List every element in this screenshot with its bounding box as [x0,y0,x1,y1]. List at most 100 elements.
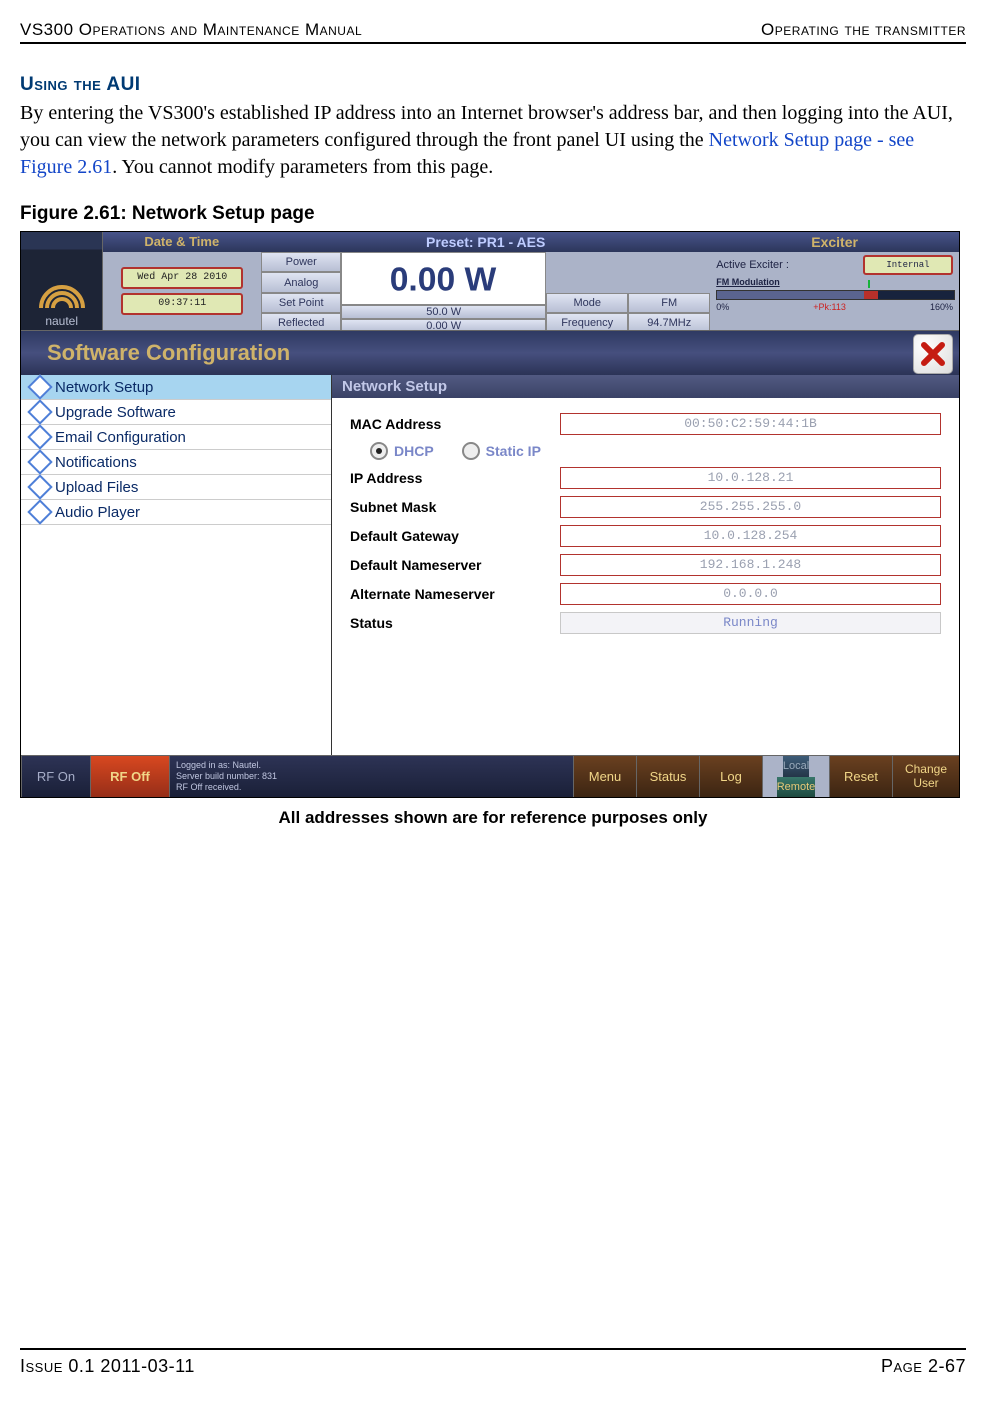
sidebar-item-label: Upload Files [55,479,138,496]
sidebar-item-upload-files[interactable]: Upload Files [21,475,331,500]
rule [20,42,966,52]
gauge-power: Power [261,252,341,272]
page-footer: Issue 0.1 2011-03-11 Page 2-67 [20,1350,966,1377]
active-exciter-value: Internal [863,255,953,275]
time-display: 09:37:11 [121,293,243,315]
power-value-text-fill: 0.00 W [390,262,497,299]
sidebar-item-label: Notifications [55,454,137,471]
panel-title: Software Configuration [47,340,290,366]
alt-label: Alternate Nameserver [350,586,560,602]
info-line3: RF Off received. [176,782,241,793]
exciter-title: Exciter [710,232,959,252]
change-line2: User [913,776,938,790]
status-field: Running [560,612,941,634]
static-radio[interactable] [462,442,480,460]
rf-on-button[interactable]: RF On [21,755,90,797]
gw-field: 10.0.128.254 [560,525,941,547]
scale-low: 0% [716,302,729,312]
mac-field: 00:50:C2:59:44:1B [560,413,941,435]
ip-field: 10.0.128.21 [560,467,941,489]
mode-label: Mode [546,293,628,313]
footer-right: Page 2-67 [881,1356,966,1377]
figure-note: All addresses shown are for reference pu… [20,808,966,828]
close-icon [919,340,947,368]
sidebar: Network Setup Upgrade Software Email Con… [21,375,332,755]
brand-logo: nautel [21,232,103,330]
power-readout: 0.00 W [341,252,546,305]
dhcp-label: DHCP [394,443,434,459]
info-line2: Server build number: 831 [176,771,277,782]
preset-panel: Preset: PR1 - AES Power Analog Set Point… [261,232,710,330]
diamond-icon [27,374,52,399]
bottom-bar: RF On RF Off Logged in as: Nautel. Serve… [21,755,959,797]
sidebar-item-upgrade-software[interactable]: Upgrade Software [21,400,331,425]
modulation-bar [716,290,955,300]
alt-field: 0.0.0.0 [560,583,941,605]
sidebar-item-audio-player[interactable]: Audio Player [21,500,331,525]
local-remote-toggle[interactable]: Local Remote [762,755,829,797]
text-post: . You cannot modify parameters from this… [112,156,493,178]
reset-button[interactable]: Reset [829,755,892,797]
content-title: Network Setup [332,375,959,398]
exciter-panel: Exciter Active Exciter : Internal FM Mod… [710,232,959,330]
footer-left: Issue 0.1 2011-03-11 [20,1356,195,1377]
app-screenshot: nautel Date & Time Wed Apr 28 2010 09:37… [20,231,960,798]
status-label: Status [350,615,560,631]
status-button[interactable]: Status [636,755,699,797]
diamond-icon [27,424,52,449]
change-user-button[interactable]: ChangeUser [892,755,959,797]
diamond-icon [27,449,52,474]
ip-mode-row: DHCP Static IP [350,442,941,460]
subnet-field: 255.255.255.0 [560,496,941,518]
header-left: VS300 Operations and Maintenance Manual [20,20,362,40]
main-area: Network Setup Upgrade Software Email Con… [21,375,959,755]
datetime-panel: Date & Time Wed Apr 28 2010 09:37:11 [103,232,261,330]
ns-field: 192.168.1.248 [560,554,941,576]
topbar: nautel Date & Time Wed Apr 28 2010 09:37… [21,232,959,330]
peak-value: +Pk:113 [813,302,846,312]
header-right: Operating the transmitter [761,20,966,40]
gw-label: Default Gateway [350,528,560,544]
diamond-icon [27,499,52,524]
status-info: Logged in as: Nautel. Server build numbe… [169,755,573,797]
gauge-analog: Analog [261,272,341,292]
dhcp-radio[interactable] [370,442,388,460]
remote-label: Remote [777,777,816,798]
sidebar-item-network-setup[interactable]: Network Setup [21,375,331,400]
fm-modulation-label: FM Modulation [716,277,953,287]
local-label: Local [783,756,809,777]
info-line1: Logged in as: Nautel. [176,760,261,771]
ip-label: IP Address [350,470,560,486]
scale-high: 160% [930,302,953,312]
body-text: By entering the VS300's established IP a… [20,100,966,181]
content-panel: Network Setup MAC Address00:50:C2:59:44:… [332,375,959,755]
page-header: VS300 Operations and Maintenance Manual … [20,20,966,42]
setpoint-value: 50.0 W [341,305,546,319]
static-label: Static IP [486,443,541,459]
diamond-icon [27,474,52,499]
mode-value: FM [628,293,710,313]
section-title: Using the AUI [20,74,966,96]
log-button[interactable]: Log [699,755,762,797]
sidebar-item-email-config[interactable]: Email Configuration [21,425,331,450]
sidebar-item-label: Audio Player [55,504,140,521]
sidebar-item-label: Email Configuration [55,429,186,446]
rf-off-button[interactable]: RF Off [90,755,169,797]
date-display: Wed Apr 28 2010 [121,267,243,289]
menu-button[interactable]: Menu [573,755,636,797]
network-form: MAC Address00:50:C2:59:44:1B DHCP Static… [332,398,959,649]
panel-title-bar: Software Configuration [21,330,959,375]
sidebar-item-notifications[interactable]: Notifications [21,450,331,475]
change-line1: Change [905,762,947,776]
figure-caption: Figure 2.61: Network Setup page [20,203,966,225]
sidebar-item-label: Upgrade Software [55,404,176,421]
peak-tick-icon [868,280,870,288]
brand-text: nautel [45,314,78,328]
sidebar-item-label: Network Setup [55,379,153,396]
preset-title: Preset: PR1 - AES [261,232,710,252]
close-button[interactable] [913,334,953,374]
subnet-label: Subnet Mask [350,499,560,515]
datetime-title: Date & Time [103,232,262,252]
nautel-arc-icon [37,268,87,314]
gauge-setpoint: Set Point [261,293,341,313]
